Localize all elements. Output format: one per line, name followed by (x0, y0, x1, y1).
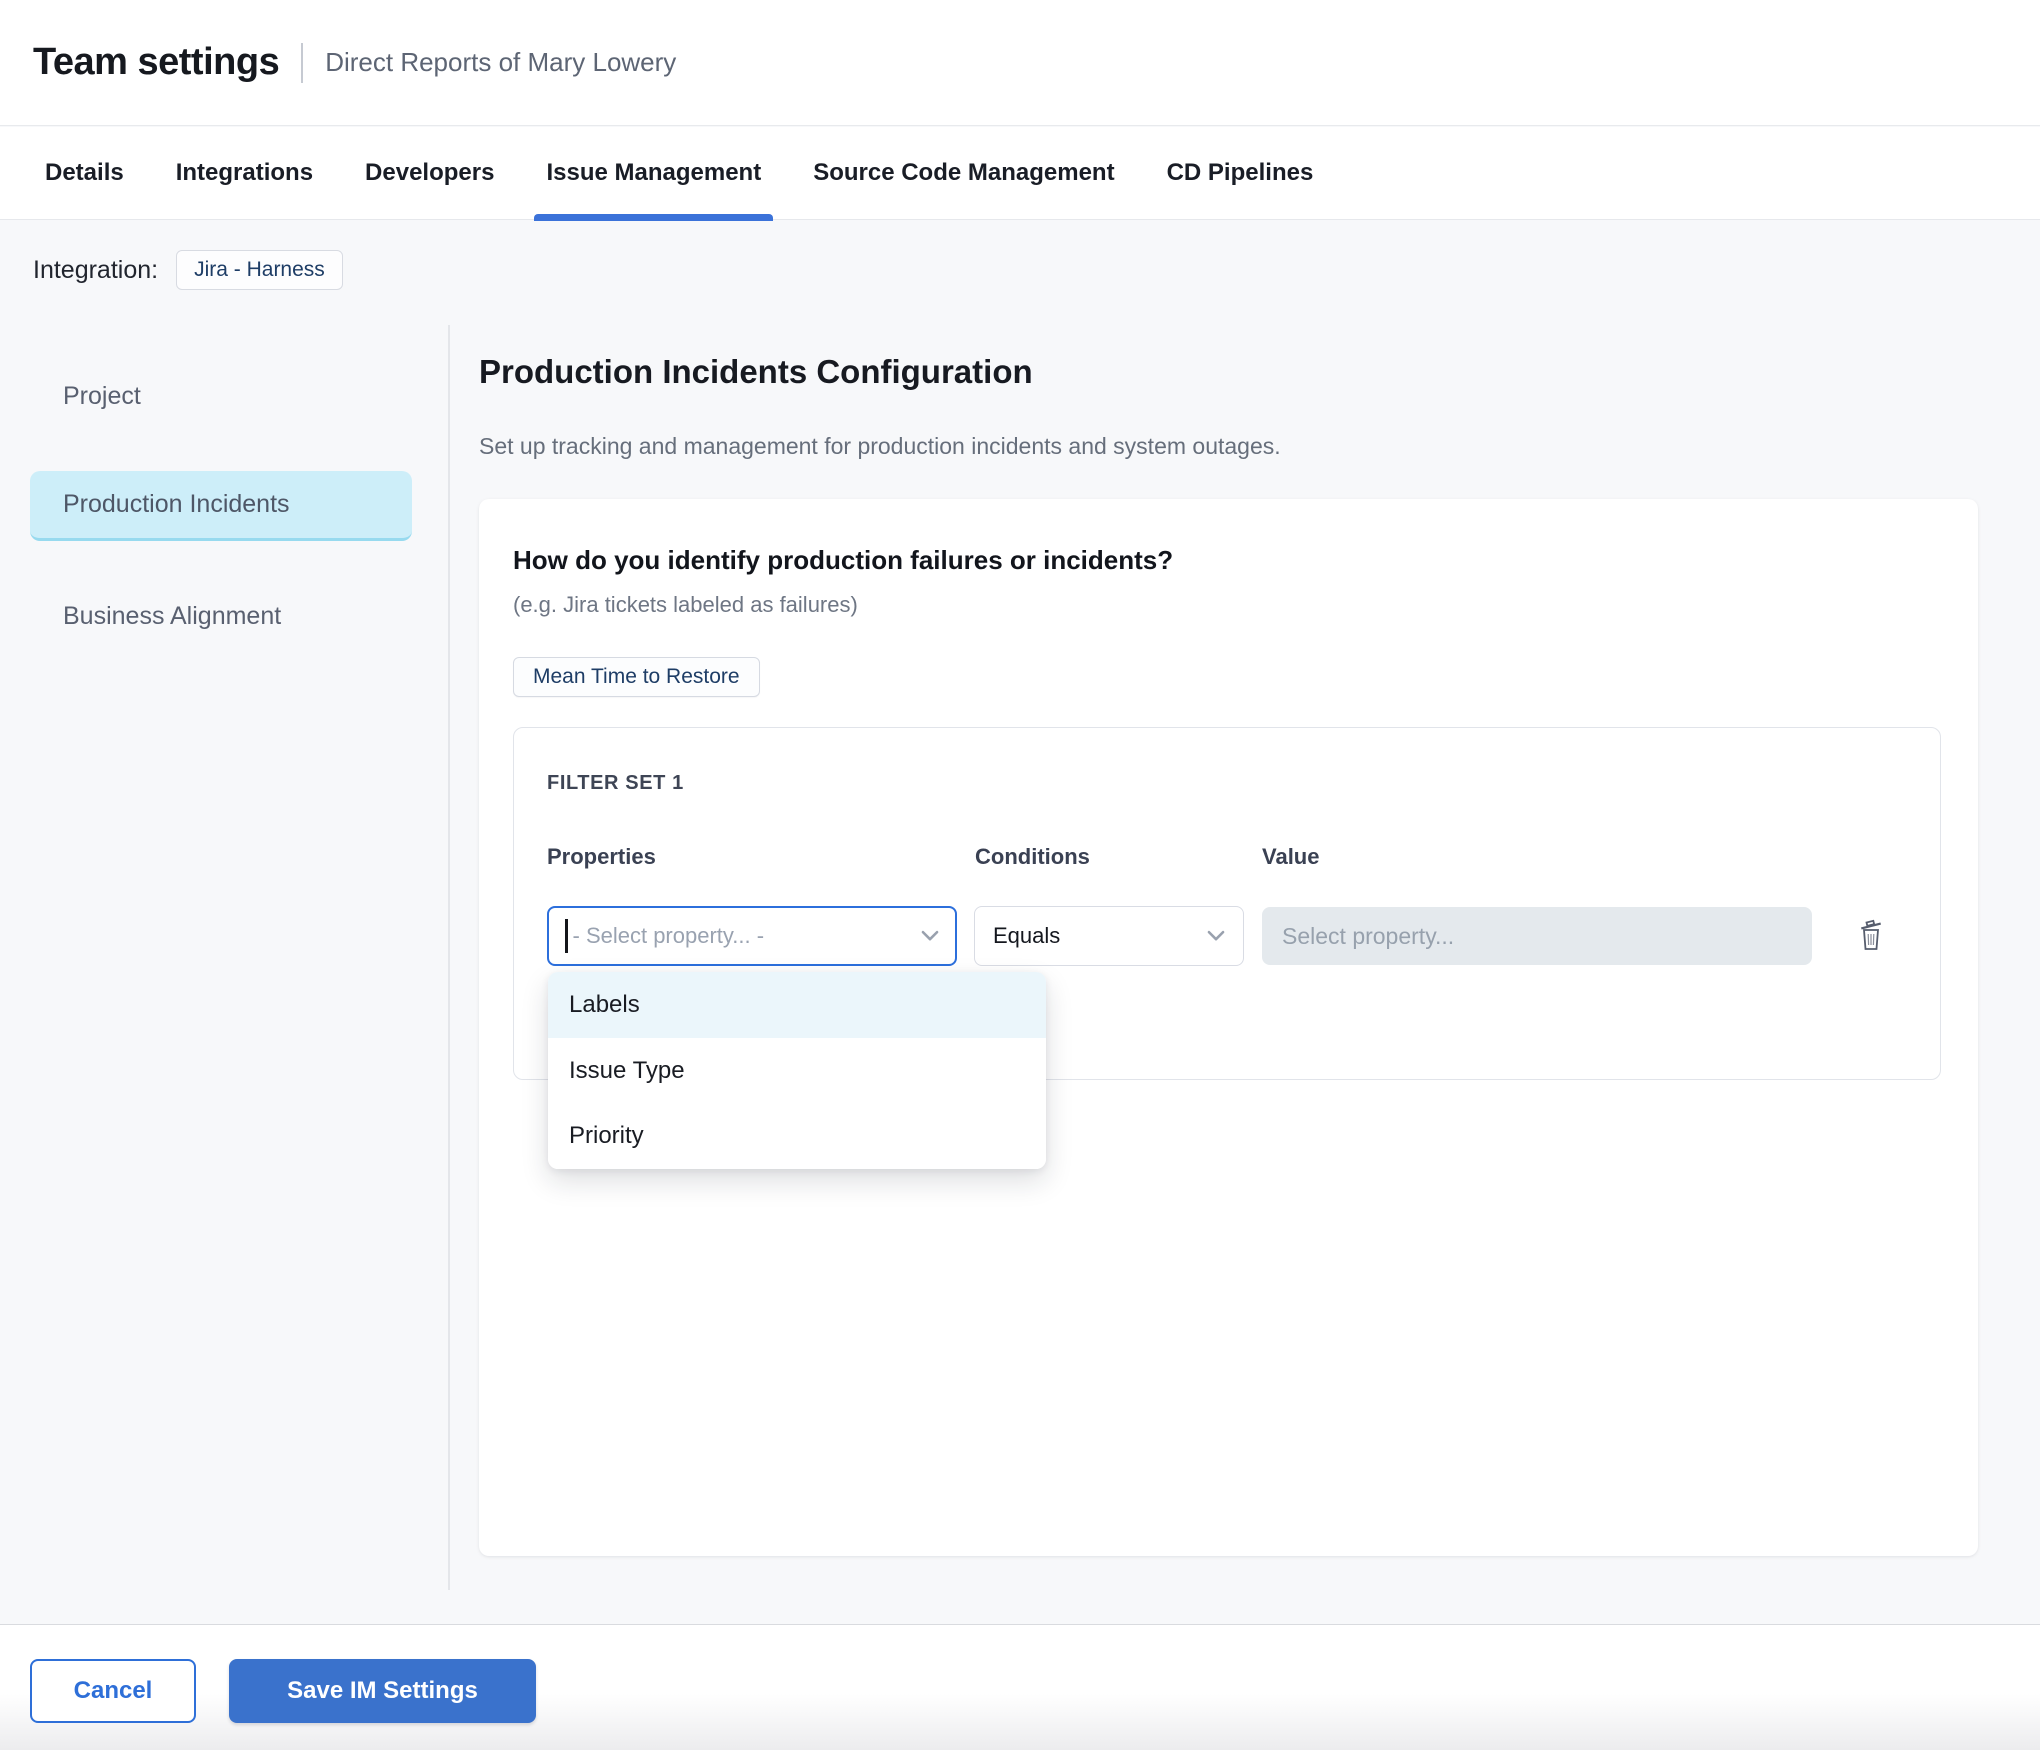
chevron-down-icon (921, 930, 939, 942)
main-content: Production Incidents Configuration Set u… (479, 352, 1978, 1556)
page-subtitle: Direct Reports of Mary Lowery (325, 47, 676, 78)
save-button[interactable]: Save IM Settings (229, 1659, 536, 1723)
condition-select-value: Equals (993, 923, 1060, 949)
sidebar-divider (448, 325, 450, 1590)
text-cursor (565, 919, 568, 953)
integration-chip[interactable]: Jira - Harness (176, 250, 343, 290)
question-heading: How do you identify production failures … (513, 544, 1941, 576)
filter-column-headers: Properties Conditions Value (547, 843, 1910, 870)
column-header-properties: Properties (547, 843, 957, 870)
property-options-dropdown: Labels Issue Type Priority (548, 972, 1046, 1169)
option-issue-type[interactable]: Issue Type (548, 1038, 1046, 1104)
tab-developers[interactable]: Developers (365, 127, 494, 219)
option-labels[interactable]: Labels (548, 972, 1046, 1038)
delete-filter-button[interactable] (1855, 916, 1887, 957)
trash-icon (1855, 916, 1887, 957)
page-footer: Cancel Save IM Settings (0, 1624, 2040, 1750)
page-title: Team settings (33, 41, 279, 84)
filter-set-title: FILTER SET 1 (547, 772, 1910, 795)
property-select-placeholder: - Select property... - (573, 923, 765, 949)
column-header-conditions: Conditions (975, 843, 1245, 870)
chevron-down-icon (1207, 930, 1225, 942)
property-select[interactable]: - Select property... - (547, 906, 957, 966)
sidebar-item-project[interactable]: Project (30, 361, 412, 431)
tab-cd-pipelines[interactable]: CD Pipelines (1167, 127, 1314, 219)
title-divider (301, 43, 303, 83)
sidebar-item-production-incidents[interactable]: Production Incidents (30, 471, 412, 541)
sidebar-item-business-alignment[interactable]: Business Alignment (30, 581, 412, 651)
filter-fields-row: - Select property... - Equals (547, 906, 1910, 966)
section-subtitle: Set up tracking and management for produ… (479, 432, 1978, 460)
value-input[interactable] (1262, 907, 1812, 965)
tab-details[interactable]: Details (45, 127, 124, 219)
settings-sidebar: Project Production Incidents Business Al… (30, 361, 412, 651)
tab-integrations[interactable]: Integrations (176, 127, 313, 219)
metric-chip-mean-time-to-restore[interactable]: Mean Time to Restore (513, 657, 760, 697)
integration-row: Integration: Jira - Harness (33, 250, 343, 290)
question-hint: (e.g. Jira tickets labeled as failures) (513, 591, 1941, 619)
condition-select[interactable]: Equals (974, 906, 1244, 966)
tab-source-code-management[interactable]: Source Code Management (813, 127, 1114, 219)
integration-label: Integration: (33, 256, 158, 285)
option-priority[interactable]: Priority (548, 1103, 1046, 1169)
section-title: Production Incidents Configuration (479, 352, 1978, 392)
column-header-value: Value (1262, 843, 1812, 870)
settings-tabs: Details Integrations Developers Issue Ma… (0, 127, 2040, 220)
page-header: Team settings Direct Reports of Mary Low… (0, 0, 2040, 126)
cancel-button[interactable]: Cancel (30, 1659, 196, 1723)
tab-issue-management[interactable]: Issue Management (546, 127, 761, 219)
